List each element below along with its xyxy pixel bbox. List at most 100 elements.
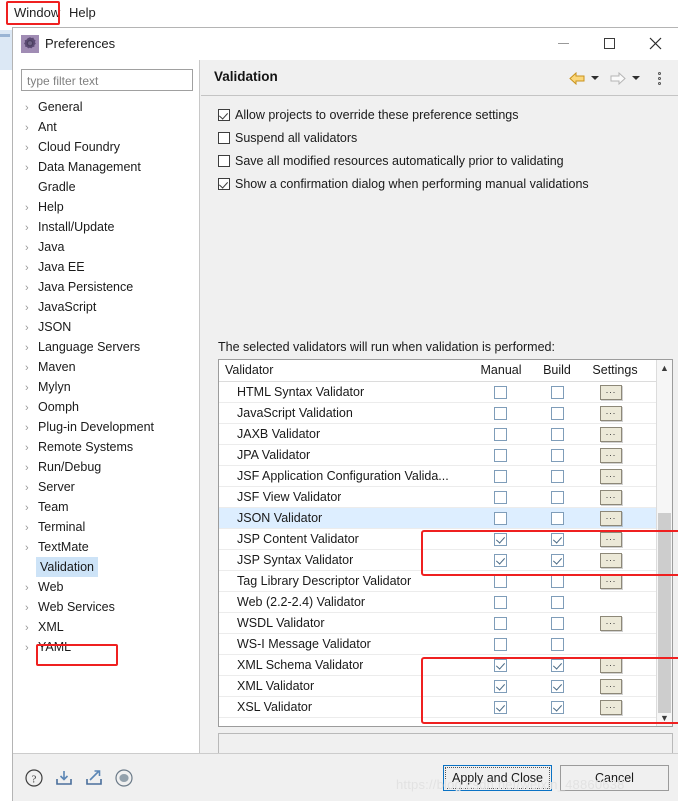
manual-checkbox[interactable] xyxy=(494,533,507,546)
table-row[interactable]: XSL Validator... xyxy=(219,697,672,718)
table-row[interactable]: XML Schema Validator... xyxy=(219,655,672,676)
sidebar-item-help[interactable]: › Help xyxy=(13,197,199,217)
table-row[interactable]: JPA Validator... xyxy=(219,445,672,466)
chevron-right-icon[interactable]: › xyxy=(25,518,38,538)
sidebar-item-java[interactable]: › Java xyxy=(13,237,199,257)
build-checkbox[interactable] xyxy=(551,407,564,420)
sidebar-item-remote-systems[interactable]: › Remote Systems xyxy=(13,437,199,457)
chevron-right-icon[interactable]: › xyxy=(25,138,38,158)
chevron-right-icon[interactable]: › xyxy=(25,98,38,118)
manual-checkbox[interactable] xyxy=(494,575,507,588)
manual-checkbox[interactable] xyxy=(494,596,507,609)
build-checkbox[interactable] xyxy=(551,575,564,588)
chevron-right-icon[interactable]: › xyxy=(25,278,38,298)
back-dropdown-chevron-down-icon[interactable] xyxy=(589,68,601,88)
column-header-build[interactable]: Build xyxy=(535,360,579,381)
sidebar-item-xml[interactable]: › XML xyxy=(13,617,199,637)
cancel-button[interactable]: Cancel xyxy=(560,765,669,791)
sidebar-item-validation[interactable]: ›Validation xyxy=(13,557,199,577)
scroll-down-icon[interactable]: ▼ xyxy=(657,710,672,726)
chevron-right-icon[interactable]: › xyxy=(25,218,38,238)
chevron-right-icon[interactable]: › xyxy=(25,598,38,618)
manual-checkbox[interactable] xyxy=(494,680,507,693)
option-suspend-all[interactable]: Suspend all validators xyxy=(218,128,357,148)
chevron-right-icon[interactable]: › xyxy=(25,118,38,138)
sidebar-item-team[interactable]: › Team xyxy=(13,497,199,517)
record-icon[interactable] xyxy=(113,767,135,789)
chevron-right-icon[interactable]: › xyxy=(25,458,38,478)
manual-checkbox[interactable] xyxy=(494,512,507,525)
option-save-modified[interactable]: Save all modified resources automaticall… xyxy=(218,151,564,171)
sidebar-item-yaml[interactable]: › YAML xyxy=(13,637,199,657)
sidebar-item-web-services[interactable]: › Web Services xyxy=(13,597,199,617)
manual-checkbox[interactable] xyxy=(494,407,507,420)
table-row[interactable]: JavaScript Validation... xyxy=(219,403,672,424)
sidebar-item-mylyn[interactable]: › Mylyn xyxy=(13,377,199,397)
build-checkbox[interactable] xyxy=(551,470,564,483)
manual-checkbox[interactable] xyxy=(494,701,507,714)
table-row[interactable]: JSF Application Configuration Valida....… xyxy=(219,466,672,487)
build-checkbox[interactable] xyxy=(551,680,564,693)
table-row[interactable]: HTML Syntax Validator... xyxy=(219,382,672,403)
maximize-button[interactable] xyxy=(586,28,632,59)
settings-button[interactable]: ... xyxy=(600,553,622,568)
settings-button[interactable]: ... xyxy=(600,490,622,505)
table-row[interactable]: JSP Content Validator... xyxy=(219,529,672,550)
chevron-right-icon[interactable]: › xyxy=(25,638,38,658)
manual-checkbox[interactable] xyxy=(494,659,507,672)
build-checkbox[interactable] xyxy=(551,449,564,462)
table-row[interactable]: WS-I Message Validator xyxy=(219,634,672,655)
manual-checkbox[interactable] xyxy=(494,386,507,399)
scroll-up-icon[interactable]: ▲ xyxy=(657,360,672,376)
column-header-manual[interactable]: Manual xyxy=(473,360,529,381)
settings-button[interactable]: ... xyxy=(600,385,622,400)
export-icon[interactable] xyxy=(83,767,105,789)
sidebar-item-javascript[interactable]: › JavaScript xyxy=(13,297,199,317)
chevron-right-icon[interactable]: › xyxy=(25,398,38,418)
settings-button[interactable]: ... xyxy=(600,427,622,442)
settings-button[interactable]: ... xyxy=(600,448,622,463)
build-checkbox[interactable] xyxy=(551,596,564,609)
build-checkbox[interactable] xyxy=(551,386,564,399)
sidebar-item-plug-in-development[interactable]: › Plug-in Development xyxy=(13,417,199,437)
settings-button[interactable]: ... xyxy=(600,700,622,715)
manual-checkbox[interactable] xyxy=(494,470,507,483)
build-checkbox[interactable] xyxy=(551,617,564,630)
build-checkbox[interactable] xyxy=(551,533,564,546)
chevron-right-icon[interactable]: › xyxy=(25,318,38,338)
forward-dropdown-chevron-down-icon[interactable] xyxy=(630,68,642,88)
build-checkbox[interactable] xyxy=(551,428,564,441)
table-row[interactable]: JSF View Validator... xyxy=(219,487,672,508)
table-row[interactable]: JSP Syntax Validator... xyxy=(219,550,672,571)
manual-checkbox[interactable] xyxy=(494,554,507,567)
chevron-right-icon[interactable]: › xyxy=(25,258,38,278)
sidebar-item-json[interactable]: › JSON xyxy=(13,317,199,337)
table-vertical-scrollbar[interactable]: ▲ ▼ xyxy=(656,360,672,726)
chevron-right-icon[interactable]: › xyxy=(25,378,38,398)
chevron-right-icon[interactable]: › xyxy=(25,478,38,498)
chevron-right-icon[interactable]: › xyxy=(25,198,38,218)
apply-and-close-button[interactable]: Apply and Close xyxy=(443,765,552,791)
option-allow-override-checkbox[interactable] xyxy=(218,109,230,121)
chevron-right-icon[interactable]: › xyxy=(25,238,38,258)
settings-button[interactable]: ... xyxy=(600,406,622,421)
sidebar-item-data-management[interactable]: › Data Management xyxy=(13,157,199,177)
option-save-modified-checkbox[interactable] xyxy=(218,155,230,167)
sidebar-item-oomph[interactable]: › Oomph xyxy=(13,397,199,417)
table-row[interactable]: JAXB Validator... xyxy=(219,424,672,445)
sidebar-item-run-debug[interactable]: › Run/Debug xyxy=(13,457,199,477)
sidebar-item-language-servers[interactable]: › Language Servers xyxy=(13,337,199,357)
sidebar-item-maven[interactable]: › Maven xyxy=(13,357,199,377)
chevron-right-icon[interactable]: › xyxy=(25,358,38,378)
chevron-right-icon[interactable]: › xyxy=(25,338,38,358)
sidebar-item-web[interactable]: › Web xyxy=(13,577,199,597)
sidebar-item-install-update[interactable]: › Install/Update xyxy=(13,217,199,237)
chevron-right-icon[interactable]: › xyxy=(25,418,38,438)
close-button[interactable] xyxy=(632,28,678,59)
chevron-right-icon[interactable]: › xyxy=(25,438,38,458)
settings-button[interactable]: ... xyxy=(600,469,622,484)
sidebar-item-java-ee[interactable]: › Java EE xyxy=(13,257,199,277)
menu-window[interactable]: Window xyxy=(9,3,65,23)
table-row[interactable]: WSDL Validator... xyxy=(219,613,672,634)
settings-button[interactable]: ... xyxy=(600,532,622,547)
